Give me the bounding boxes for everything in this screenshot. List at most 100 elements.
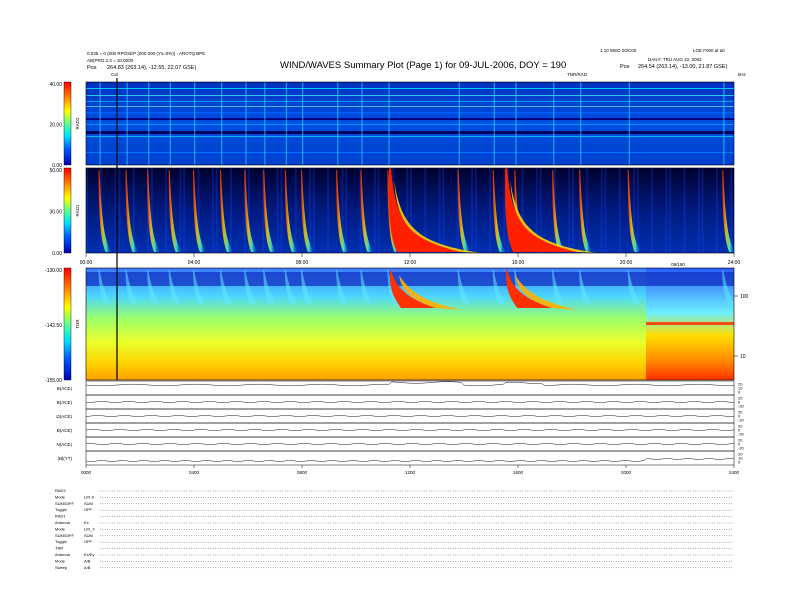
colorbar-tick-label: -130.00 <box>45 268 62 274</box>
rad1-panel <box>85 167 736 254</box>
rad2-burst-mark <box>458 82 460 165</box>
tnr-upper-band <box>86 272 734 286</box>
bottom-tick-label: 1600 <box>513 470 524 475</box>
line-panel-tick-label: -20 <box>738 446 745 451</box>
rad2-burst-mark <box>285 82 288 165</box>
rad2-band <box>86 152 734 153</box>
rad1-streak <box>669 168 672 253</box>
rad2-burst-mark <box>302 82 304 165</box>
rad2-burst-mark <box>580 82 582 165</box>
param-key: Sweep <box>55 565 68 570</box>
rad2-burst-mark <box>337 82 339 165</box>
rad2-burst-mark <box>245 82 247 165</box>
rad2-burst-mark <box>628 82 630 165</box>
colorbar-label: TNR <box>75 319 80 329</box>
rad2-burst-mark <box>515 82 517 165</box>
rad1-streak <box>183 168 186 253</box>
wind-waves-chart: 40.0020.000.00RAD250.0030.000.00RAD1-130… <box>45 78 749 570</box>
bottom-tick-label: 0000 <box>81 470 92 475</box>
tnr-panel <box>85 267 736 381</box>
rad1-streak <box>373 168 376 253</box>
time-tick-label: 24:00 <box>728 260 741 266</box>
rad2-band <box>86 106 734 107</box>
param-key: Antenna <box>55 552 71 557</box>
rad1-streak <box>327 168 330 253</box>
rad2-band <box>86 95 734 96</box>
param-value: SUM <box>84 501 93 506</box>
tnr-right-tick-label: 10 <box>740 354 746 360</box>
rad2-burst-mark <box>148 82 150 165</box>
rad1-streak <box>471 168 474 253</box>
rad1-streak <box>665 168 668 253</box>
param-key: Toggle <box>55 539 68 544</box>
param-key: Mode <box>55 526 66 531</box>
param-value: LIN_II <box>84 526 95 531</box>
rad2-band <box>86 88 734 89</box>
time-tick-label: 20:00 <box>620 260 633 266</box>
rad2-panel <box>85 81 735 166</box>
tnr-plasma-line-late <box>646 322 734 325</box>
param-value: A/B <box>84 565 91 570</box>
rad1-streak <box>345 168 348 253</box>
rad2-band <box>86 131 734 134</box>
rad2-band <box>86 124 734 125</box>
rad1-streak <box>697 168 700 253</box>
line-panel-tick-label: -20 <box>738 432 745 437</box>
rad1-streak <box>211 168 214 253</box>
colorbar-tick-label: 50.00 <box>49 168 62 174</box>
rad1-streak <box>442 168 445 253</box>
bottom-tick-label: 0400 <box>189 470 200 475</box>
line-panel-frame <box>85 394 735 410</box>
rad1-streak <box>604 168 607 253</box>
rad2-burst-mark <box>221 82 223 165</box>
rad2-band <box>86 118 734 120</box>
time-tick-label: 12:00 <box>404 260 417 266</box>
rad2-burst-mark <box>99 82 101 165</box>
line-panel-tick-label: -20 <box>738 404 745 409</box>
rad1-streak <box>715 168 718 253</box>
rad2-burst-mark <box>169 82 171 165</box>
bottom-tick-label: 2000 <box>621 470 632 475</box>
rad2-burst-mark <box>388 82 390 165</box>
param-key: Mode <box>55 558 66 563</box>
tnr-right-tick-label: 100 <box>740 294 749 300</box>
line-panel-label: B(ACE) <box>57 400 73 405</box>
rad1-streak <box>280 168 283 253</box>
param-value: SUM <box>84 533 93 538</box>
rad2-band <box>86 112 734 114</box>
param-value: OFF <box>84 539 93 544</box>
param-key: Mode <box>55 494 66 499</box>
rad1-streak <box>229 168 232 253</box>
rad1-streak <box>474 168 477 253</box>
line-panel-trace <box>85 381 735 387</box>
line-panel-frame <box>85 408 735 424</box>
rad1-streak <box>179 168 182 253</box>
tnr-date-label: 09/190 <box>671 262 685 267</box>
time-tick-label: 00:00 <box>80 260 93 266</box>
param-value: Ex <box>84 520 89 525</box>
rad1-streak <box>568 168 571 253</box>
line-panel-label: B(ACE) <box>57 386 73 391</box>
rad1-streak <box>651 168 654 253</box>
rad1-streak <box>309 168 312 253</box>
time-tick-label: 04:00 <box>188 260 201 266</box>
param-key: TNR <box>55 546 63 551</box>
bottom-tick-label: 0800 <box>297 470 308 475</box>
rad2-burst-mark <box>194 82 196 165</box>
colorbar-label: RAD2 <box>75 117 80 130</box>
line-panel-frame <box>85 436 735 452</box>
rad1-streak <box>438 168 441 253</box>
rad2-band <box>86 136 734 137</box>
rad1-streak <box>730 168 733 253</box>
bottom-tick-label: 1200 <box>405 470 416 475</box>
rad1-streak <box>636 168 639 253</box>
colorbar-tick-label: 0.00 <box>52 251 62 257</box>
param-key: RAD1 <box>55 514 66 519</box>
rad1-streak <box>600 168 603 253</box>
summary-plot-page: 0.035 = 0 (000 RPOSEP (000 000 (Ys=0%)) … <box>0 0 792 612</box>
param-key: Antenna <box>55 520 71 525</box>
rad1-streak <box>276 168 279 253</box>
line-panel-label: N(ACE) <box>57 442 73 447</box>
rad1-streak <box>118 168 121 253</box>
rad2-band <box>86 101 734 102</box>
